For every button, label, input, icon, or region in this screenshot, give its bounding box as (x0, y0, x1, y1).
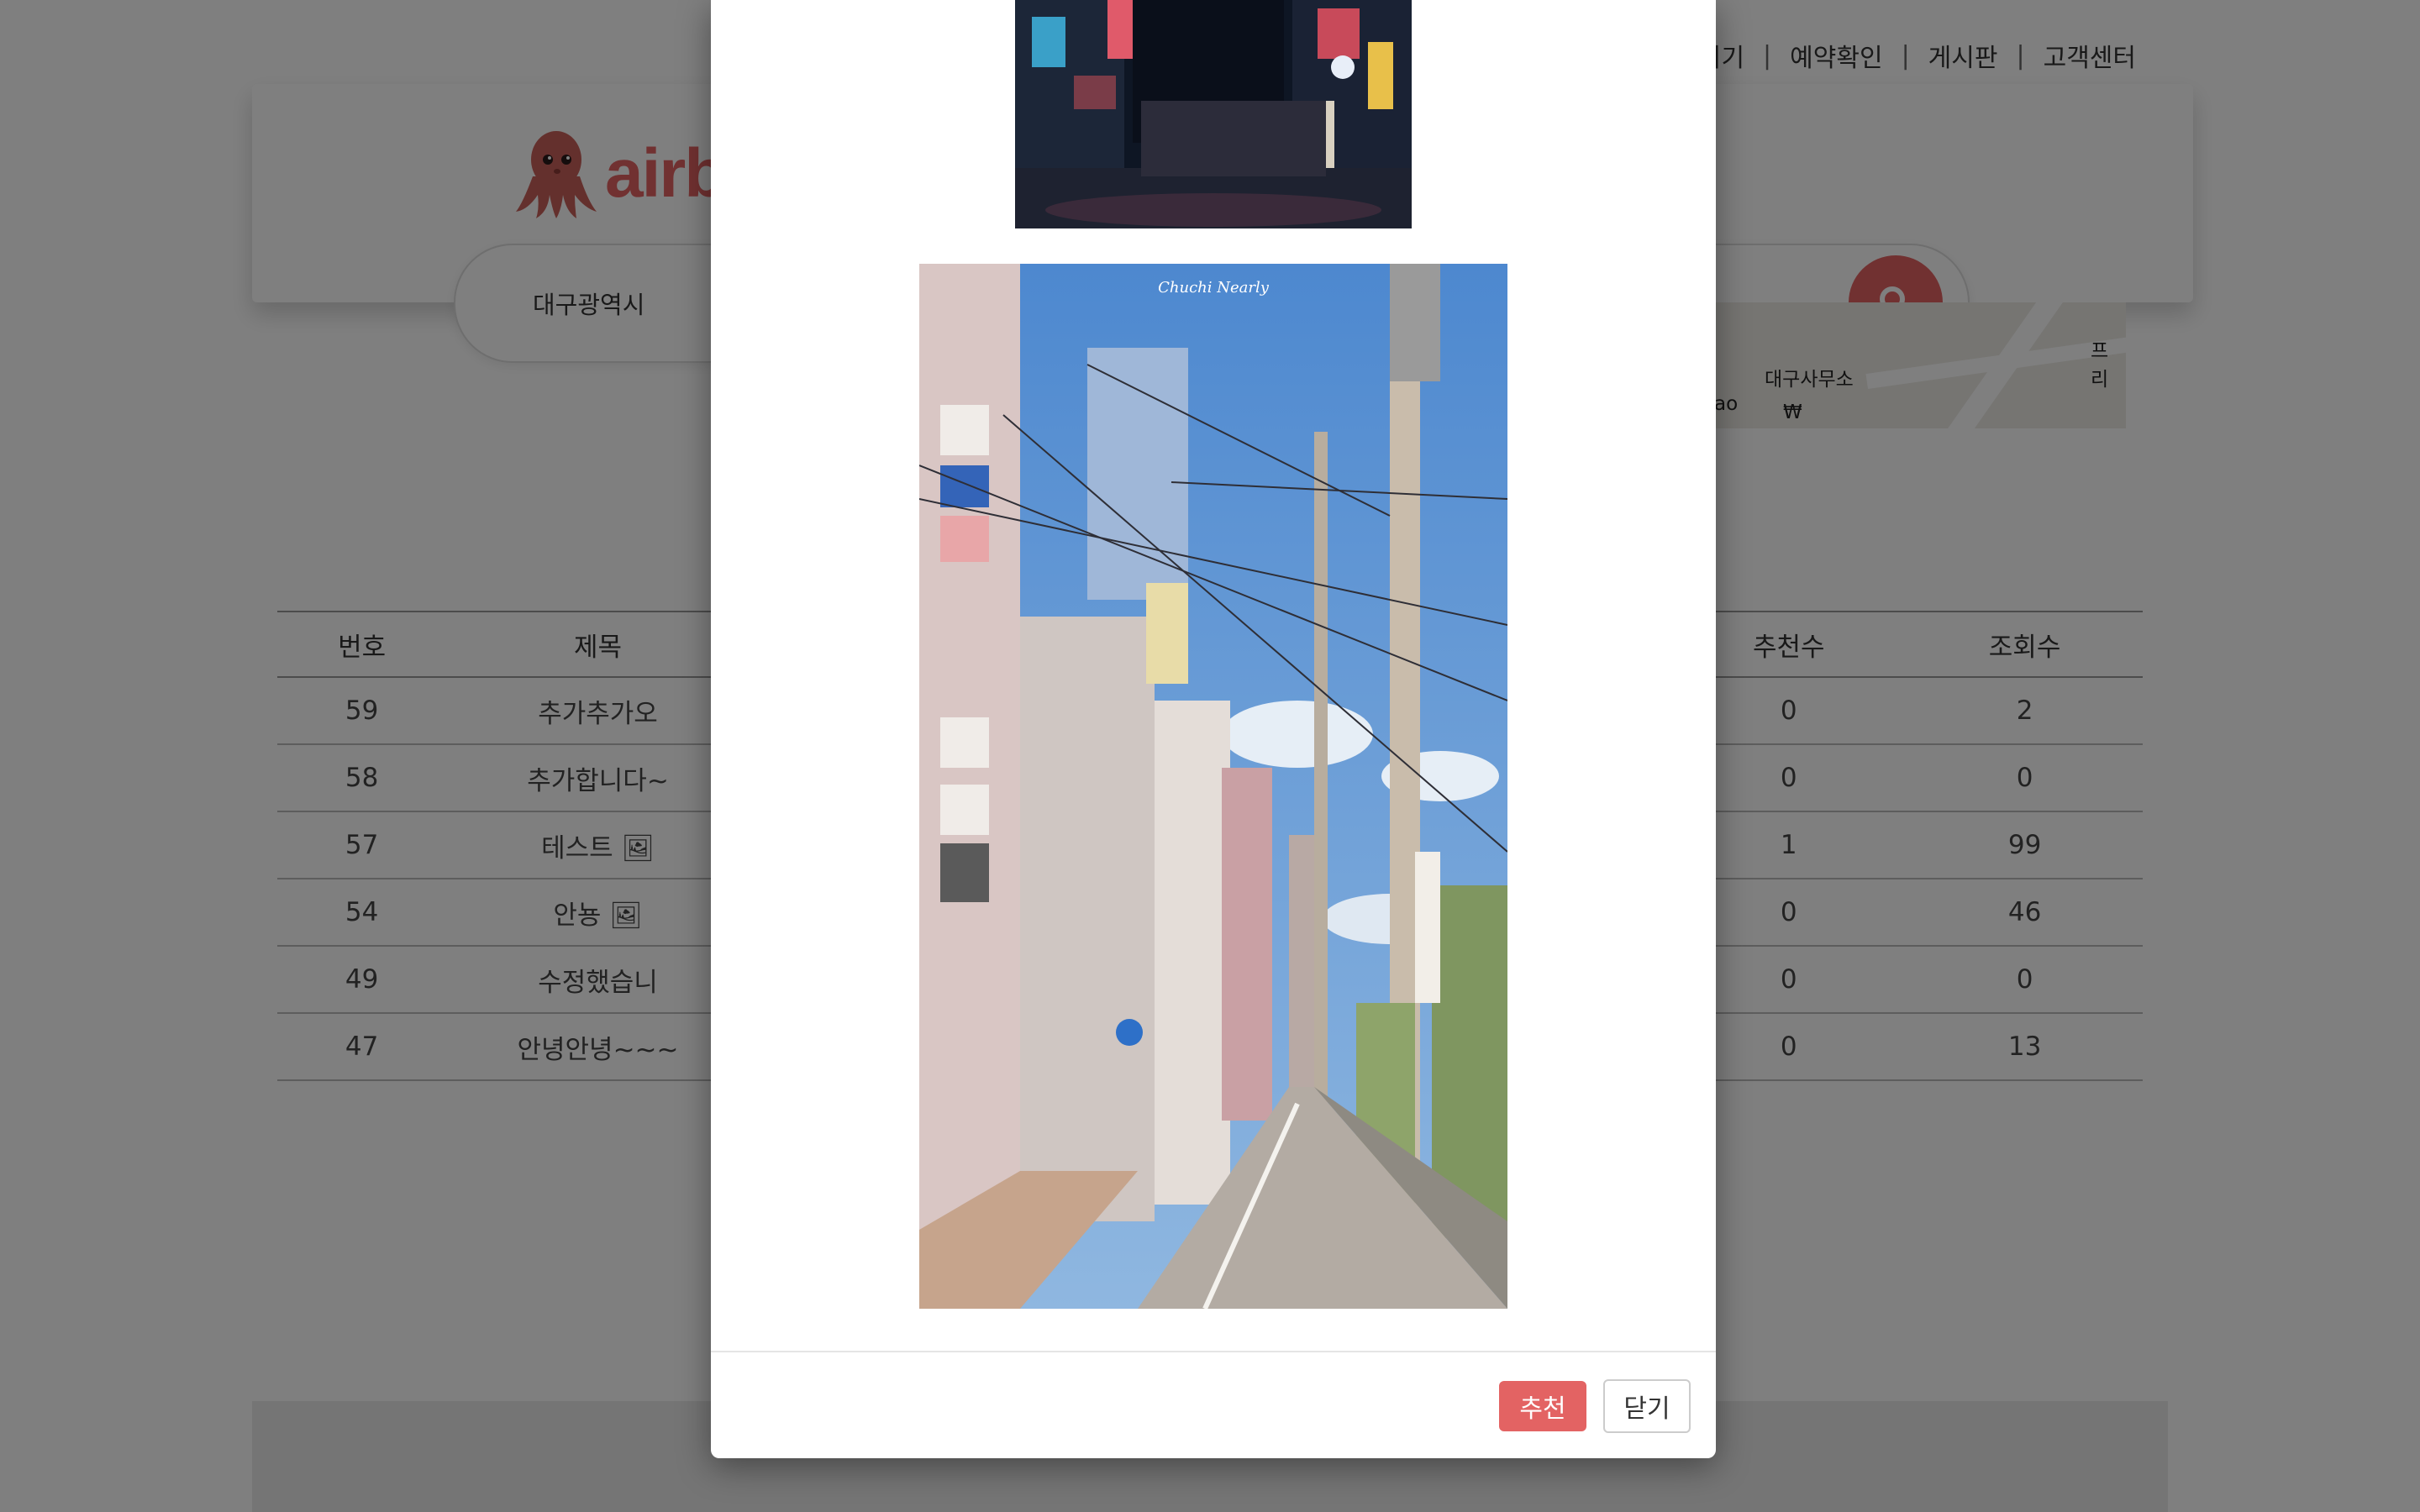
night-street-image (1015, 0, 1412, 228)
close-button[interactable]: 닫기 (1603, 1379, 1691, 1433)
recommend-button[interactable]: 추천 (1499, 1381, 1586, 1431)
attached-photo-night-street (1015, 0, 1412, 228)
day-street-image: Chuchi Nearly (919, 264, 1507, 1309)
modal-footer: 추천 닫기 (711, 1351, 1716, 1460)
attached-photo-day-street: Chuchi Nearly (919, 264, 1507, 1309)
photo-signature: Chuchi Nearly (1158, 279, 1270, 297)
image-modal: Chuchi Nearly 추천 닫기 (711, 0, 1716, 1458)
